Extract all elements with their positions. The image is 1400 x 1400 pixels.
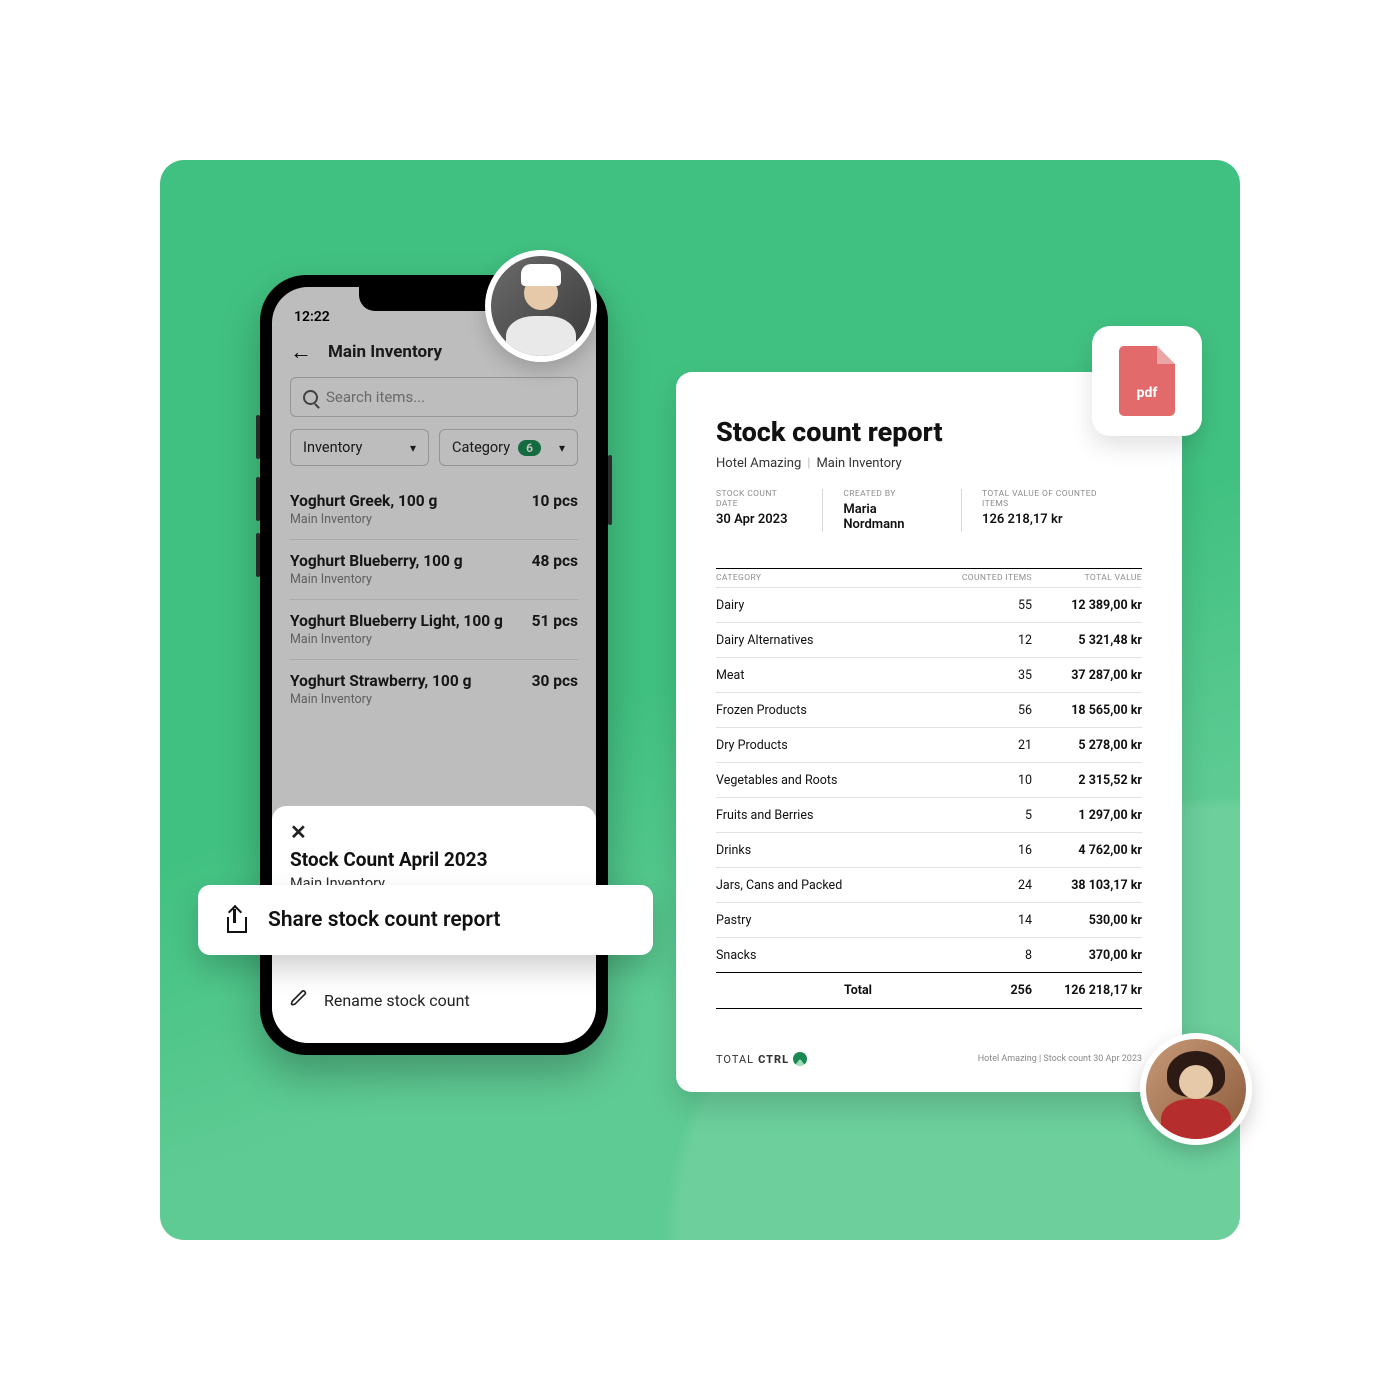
- inventory-filter[interactable]: Inventory ▾: [290, 429, 429, 466]
- table-row: Dairy5512 389,00 kr: [716, 587, 1142, 622]
- table-row: Fruits and Berries51 297,00 kr: [716, 797, 1142, 832]
- report-footer: TOTALCTRL Hotel Amazing | Stock count 30…: [716, 1052, 1142, 1066]
- report-document: Stock count report Hotel Amazing|Main In…: [676, 372, 1182, 1092]
- search-placeholder: Search items...: [326, 388, 425, 406]
- brand-logo: TOTALCTRL: [716, 1052, 807, 1066]
- report-subtitle: Hotel Amazing|Main Inventory: [716, 456, 1142, 471]
- pdf-badge: pdf: [1092, 326, 1202, 436]
- list-item[interactable]: Yoghurt Blueberry, 100 gMain Inventory 4…: [290, 540, 578, 600]
- list-item[interactable]: Yoghurt Greek, 100 gMain Inventory 10 pc…: [290, 480, 578, 540]
- share-icon: [224, 907, 246, 933]
- table-row: Dry Products215 278,00 kr: [716, 727, 1142, 762]
- search-input[interactable]: Search items...: [290, 377, 578, 417]
- search-icon: [303, 390, 318, 405]
- pencil-icon: [290, 989, 308, 1011]
- report-meta: STOCK COUNT DATE 30 Apr 2023 CREATED BY …: [716, 489, 1142, 532]
- report-title: Stock count report: [716, 416, 1142, 448]
- category-badge: 6: [518, 440, 541, 456]
- logo-mark-icon: [793, 1052, 807, 1066]
- table-row: Meat3537 287,00 kr: [716, 657, 1142, 692]
- list-item[interactable]: Yoghurt Blueberry Light, 100 gMain Inven…: [290, 600, 578, 660]
- close-icon[interactable]: ✕: [290, 820, 578, 844]
- table-row: Pastry14530,00 kr: [716, 902, 1142, 937]
- table-row: Dairy Alternatives125 321,48 kr: [716, 622, 1142, 657]
- report-table: CATEGORY COUNTED ITEMS TOTAL VALUE Dairy…: [716, 568, 1142, 1032]
- list-item[interactable]: Yoghurt Strawberry, 100 gMain Inventory …: [290, 660, 578, 719]
- clock: 12:22: [294, 309, 330, 325]
- back-icon[interactable]: ←: [290, 339, 312, 365]
- table-row: Frozen Products5618 565,00 kr: [716, 692, 1142, 727]
- page-title: Main Inventory: [328, 342, 442, 362]
- category-filter[interactable]: Category 6 ▾: [439, 429, 578, 466]
- table-row: Vegetables and Roots102 315,52 kr: [716, 762, 1142, 797]
- table-row: Snacks8370,00 kr: [716, 937, 1142, 972]
- avatar: [1140, 1033, 1252, 1145]
- share-report-button[interactable]: Share stock count report: [198, 885, 653, 955]
- table-row: Drinks164 762,00 kr: [716, 832, 1142, 867]
- chevron-down-icon: ▾: [559, 441, 565, 455]
- chevron-down-icon: ▾: [410, 441, 416, 455]
- avatar: [485, 250, 597, 362]
- rename-action[interactable]: Rename stock count: [290, 979, 578, 1021]
- inventory-list: Yoghurt Greek, 100 gMain Inventory 10 pc…: [290, 480, 578, 719]
- table-row: Jars, Cans and Packed2438 103,17 kr: [716, 867, 1142, 902]
- report-total-row: Total 256 126 218,17 kr: [716, 972, 1142, 1009]
- file-pdf-icon: pdf: [1119, 346, 1175, 416]
- sheet-title: Stock Count April 2023: [290, 848, 578, 871]
